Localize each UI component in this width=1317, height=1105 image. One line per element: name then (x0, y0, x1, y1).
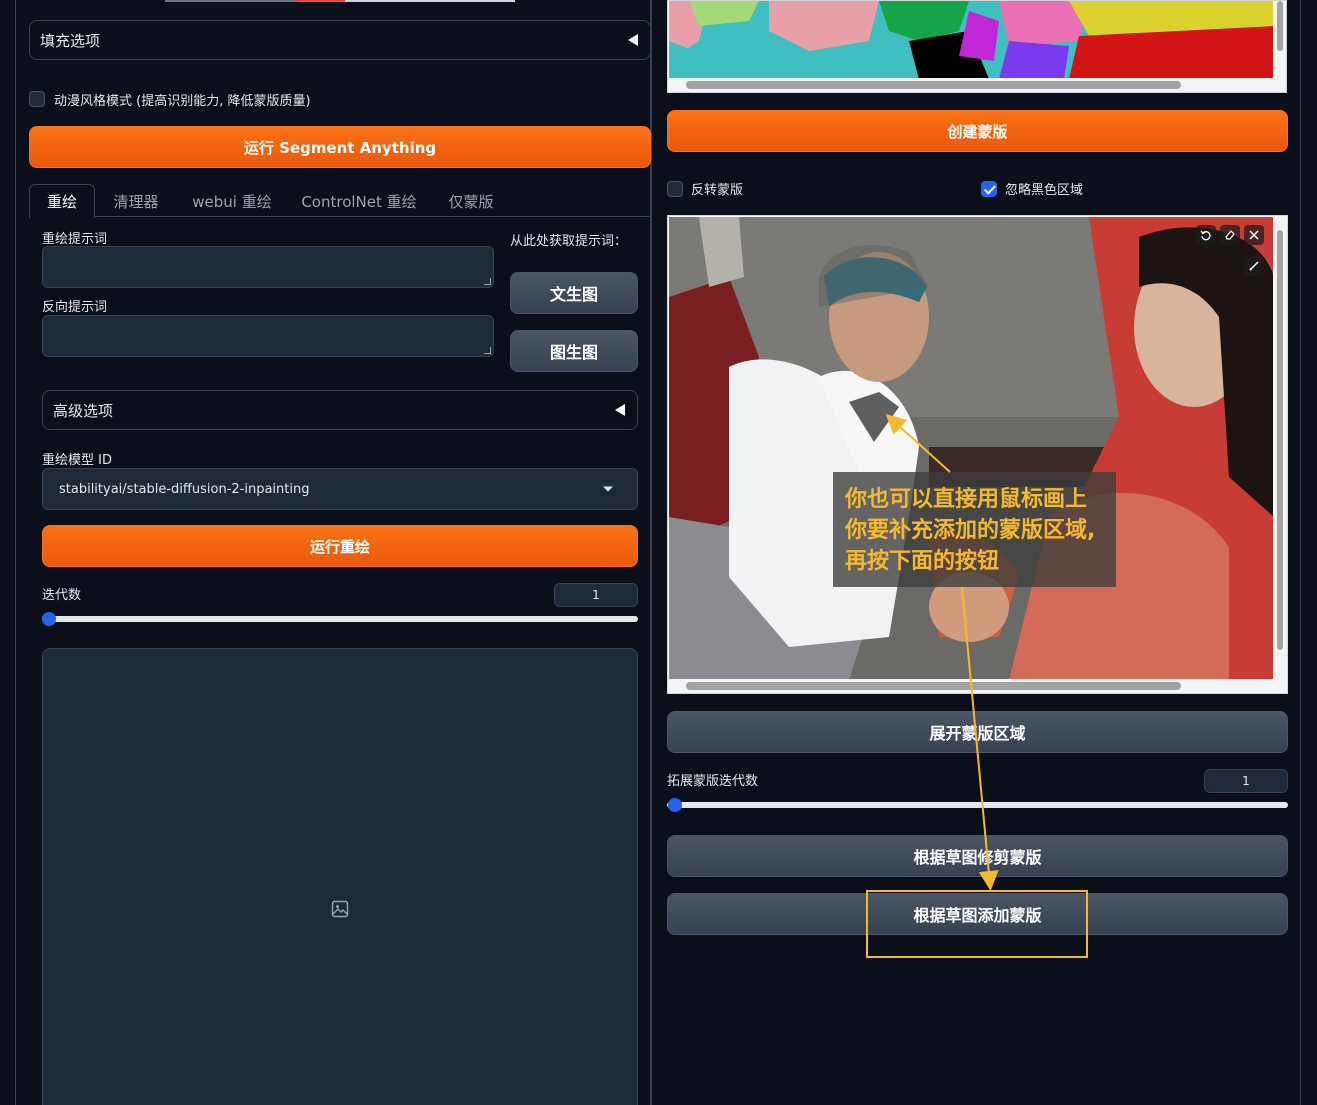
annotation-arrows (885, 413, 999, 891)
